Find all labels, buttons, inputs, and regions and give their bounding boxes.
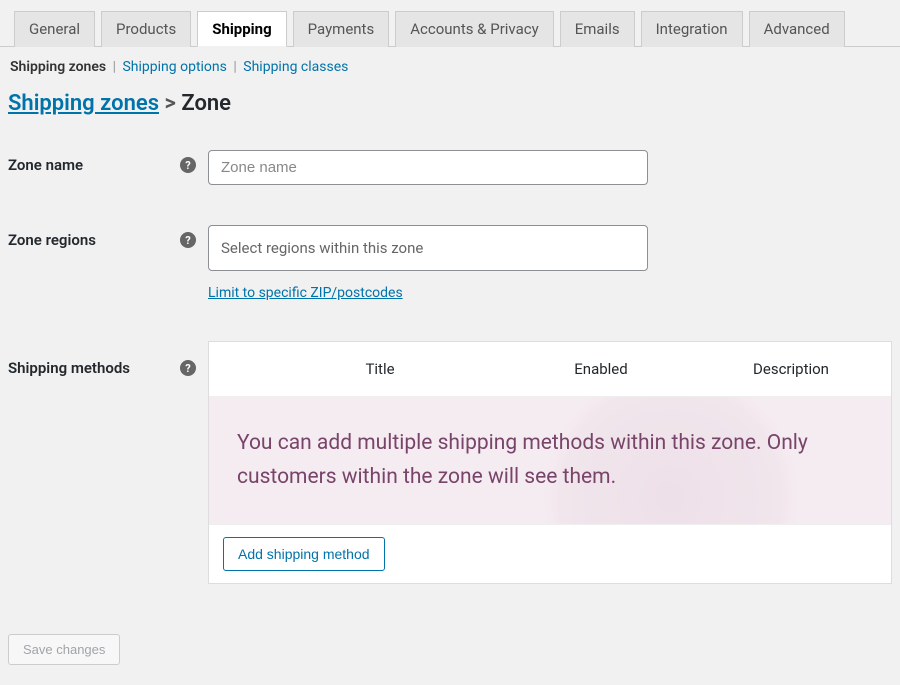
tab-integration[interactable]: Integration [641,11,743,47]
zone-name-input[interactable] [208,150,648,185]
zone-regions-placeholder: Select regions within this zone [221,239,423,257]
breadcrumb-zones-link[interactable]: Shipping zones [8,91,159,116]
tab-shipping[interactable]: Shipping [197,11,286,47]
separator: | [113,59,116,75]
shipping-methods-table: Title Enabled Description You can add mu… [208,341,892,584]
tab-general[interactable]: General [14,11,95,47]
row-zone-regions: Zone regions ? Select regions within thi… [0,215,900,311]
help-icon[interactable]: ? [180,360,196,376]
help-icon[interactable]: ? [180,157,196,173]
save-changes-button[interactable]: Save changes [8,634,120,665]
empty-message: You can add multiple shipping methods wi… [237,431,808,489]
subnav-options[interactable]: Shipping options [122,59,226,75]
label-shipping-methods: Shipping methods [8,359,130,377]
col-enabled-header: Enabled [511,360,691,378]
methods-empty-state: You can add multiple shipping methods wi… [209,397,891,524]
label-zone-regions: Zone regions [8,231,96,249]
tab-advanced[interactable]: Advanced [749,11,845,47]
tab-products[interactable]: Products [101,11,191,47]
col-title-header: Title [249,360,511,378]
tab-payments[interactable]: Payments [293,11,390,47]
add-shipping-method-button[interactable]: Add shipping method [223,537,385,571]
limit-postcodes-link[interactable]: Limit to specific ZIP/postcodes [208,285,403,301]
methods-table-header: Title Enabled Description [209,342,891,397]
subnav-classes[interactable]: Shipping classes [243,59,348,75]
help-icon[interactable]: ? [180,232,196,248]
settings-tabs: General Products Shipping Payments Accou… [0,0,900,47]
tab-emails[interactable]: Emails [560,11,635,47]
label-zone-name: Zone name [8,156,83,174]
col-description-header: Description [691,360,891,378]
breadcrumb: Shipping zones > Zone [0,91,900,140]
subnav-zones[interactable]: Shipping zones [10,59,106,75]
row-shipping-methods: Shipping methods ? Title Enabled Descrip… [0,331,900,594]
tab-accounts[interactable]: Accounts & Privacy [395,11,553,47]
zone-regions-select[interactable]: Select regions within this zone [208,225,648,271]
breadcrumb-separator: > [164,91,181,116]
row-zone-name: Zone name ? [0,140,900,195]
breadcrumb-current: Zone [181,91,231,116]
separator: | [233,59,236,75]
methods-table-footer: Add shipping method [209,524,891,583]
shipping-subnav: Shipping zones | Shipping options | Ship… [0,59,900,91]
col-drag [209,360,249,378]
